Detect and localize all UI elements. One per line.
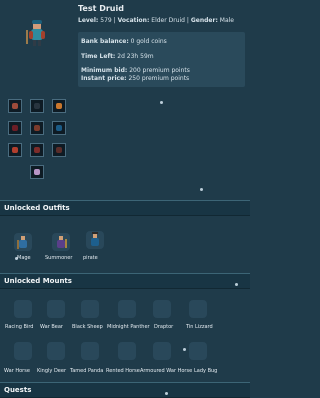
mount-tin-lizzard-icon[interactable] bbox=[189, 300, 207, 318]
mount-label-racing-bird: Racing Bird bbox=[5, 324, 34, 330]
mount-black-sheep-icon[interactable] bbox=[81, 300, 99, 318]
vocation-value: Elder Druid bbox=[151, 17, 185, 24]
outfit-mage-icon[interactable] bbox=[14, 233, 32, 251]
gender-value: Male bbox=[219, 17, 234, 24]
mount-lady-bug-icon[interactable] bbox=[189, 342, 207, 360]
instant-price-label: Instant price: bbox=[81, 75, 127, 82]
snow-particle bbox=[183, 348, 186, 351]
equipment-slot-legs[interactable] bbox=[30, 143, 44, 157]
mount-label-lady-bug: Lady Bug bbox=[194, 368, 218, 374]
mount-label-draptor: Draptor bbox=[154, 324, 174, 330]
minimum-bid-row: Minimum bid: 200 premium points bbox=[81, 67, 190, 74]
mount-label-war-bear: War Bear bbox=[40, 324, 63, 330]
equipment-slot-right-hand[interactable] bbox=[52, 121, 66, 135]
gender-label: Gender: bbox=[190, 17, 218, 24]
bank-row: Bank balance: 0 gold coins bbox=[81, 38, 167, 45]
snow-particle bbox=[165, 392, 168, 395]
outfits-section-header: Unlocked Outfits bbox=[0, 200, 250, 216]
equipment-slot-backpack[interactable] bbox=[52, 99, 66, 113]
separator: | bbox=[186, 17, 189, 24]
time-left-row: Time Left: 2d 23h 59m bbox=[81, 53, 154, 60]
outfit-summoner-icon[interactable] bbox=[52, 233, 70, 251]
equipment-slot-boots[interactable] bbox=[30, 165, 44, 179]
mount-kingly-deer-icon[interactable] bbox=[47, 342, 65, 360]
outfit-pirate-icon[interactable] bbox=[86, 231, 104, 249]
mount-label-rented-horse: Rented Horse bbox=[106, 368, 140, 374]
snow-particle bbox=[200, 188, 203, 191]
minimum-bid-value: 200 premium points bbox=[129, 67, 190, 74]
auction-details-panel: Bank balance: 0 gold coins Time Left: 2d… bbox=[78, 32, 245, 87]
character-summary: Level: 579 | Vocation: Elder Druid | Gen… bbox=[78, 17, 248, 24]
equipment-slot-armor[interactable] bbox=[30, 121, 44, 135]
character-sprite-icon bbox=[26, 20, 45, 46]
separator: | bbox=[113, 17, 116, 24]
equipment-slot-ring[interactable] bbox=[8, 143, 22, 157]
character-name: Test Druid bbox=[78, 4, 124, 13]
bank-label: Bank balance: bbox=[81, 38, 129, 45]
mount-label-tin-lizzard: Tin Lizzard bbox=[186, 324, 213, 330]
character-avatar bbox=[24, 20, 50, 48]
level-value: 579 bbox=[100, 17, 112, 24]
mounts-section-title: Unlocked Mounts bbox=[4, 277, 72, 285]
instant-price-row: Instant price: 250 premium points bbox=[81, 75, 189, 82]
mount-label-tamed-panda: Tamed Panda bbox=[70, 368, 104, 374]
outfit-label-mage: Mage bbox=[17, 255, 31, 261]
mount-label-black-sheep: Black Sheep bbox=[72, 324, 103, 330]
mount-armoured-war-horse-icon[interactable] bbox=[153, 342, 171, 360]
time-left-label: Time Left: bbox=[81, 53, 116, 60]
snow-particle bbox=[235, 283, 238, 286]
equipment-slot-left-hand[interactable] bbox=[8, 121, 22, 135]
quests-section-title: Quests bbox=[4, 386, 32, 394]
mount-tamed-panda-icon[interactable] bbox=[81, 342, 99, 360]
outfit-label-summoner: Summoner bbox=[45, 255, 73, 261]
mount-label-war-horse: War Horse bbox=[4, 368, 30, 374]
snow-particle bbox=[15, 257, 18, 260]
mount-midnight-panther-icon[interactable] bbox=[118, 300, 136, 318]
mounts-section-header: Unlocked Mounts bbox=[0, 273, 250, 289]
snow-particle bbox=[160, 101, 163, 104]
vocation-label: Vocation: bbox=[117, 17, 150, 24]
mount-label-kingly-deer: Kingly Deer bbox=[37, 368, 67, 374]
outfit-label-pirate: pirate bbox=[83, 255, 98, 261]
equipment-slot-ammo[interactable] bbox=[52, 143, 66, 157]
mount-draptor-icon[interactable] bbox=[153, 300, 171, 318]
equipment-slot-amulet[interactable] bbox=[8, 99, 22, 113]
mount-rented-horse-icon[interactable] bbox=[118, 342, 136, 360]
mount-label-armoured-war-horse: Armoured War Horse bbox=[140, 368, 193, 374]
bank-value: 0 gold coins bbox=[130, 38, 167, 45]
mount-war-horse-icon[interactable] bbox=[14, 342, 32, 360]
mount-war-bear-icon[interactable] bbox=[47, 300, 65, 318]
minimum-bid-label: Minimum bid: bbox=[81, 67, 128, 74]
mount-label-midnight-panther: Midnight Panther bbox=[107, 324, 150, 330]
equipment-slot-head[interactable] bbox=[30, 99, 44, 113]
mount-racing-bird-icon[interactable] bbox=[14, 300, 32, 318]
level-label: Level: bbox=[78, 17, 99, 24]
outfits-section-title: Unlocked Outfits bbox=[4, 204, 70, 212]
instant-price-value: 250 premium points bbox=[128, 75, 190, 82]
time-left-value: 2d 23h 59m bbox=[117, 53, 154, 60]
